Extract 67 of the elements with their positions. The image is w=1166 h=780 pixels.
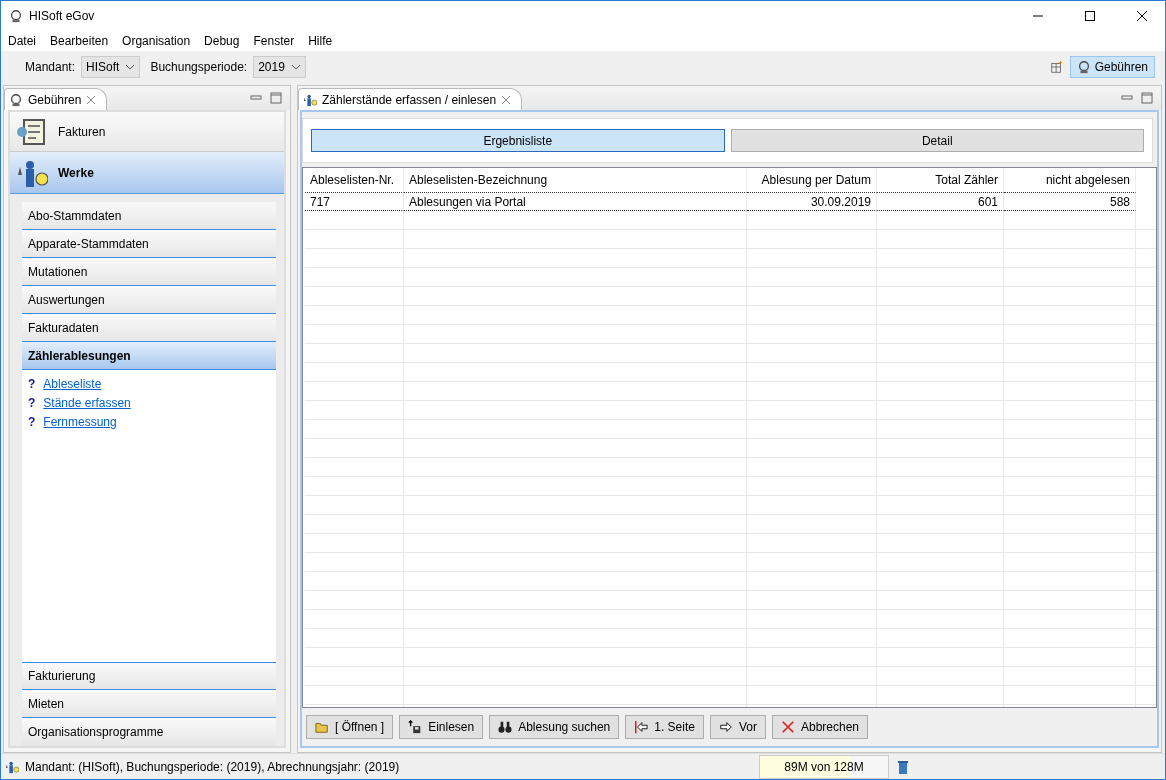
view-switch-tab[interactable]: Ergebnisliste [311, 129, 725, 152]
maximize-icon [1085, 11, 1095, 21]
people-bulb-icon [303, 92, 317, 107]
nav-link[interactable]: Stände erfassen [43, 395, 131, 410]
open-perspective-icon [1049, 60, 1064, 74]
toolbar-button[interactable]: 1. Seite [625, 715, 704, 739]
question-mark: ? [28, 376, 36, 391]
question-mark: ? [28, 414, 36, 429]
app-icon [9, 92, 23, 107]
people-bulb-icon [5, 759, 19, 774]
toolbar-button[interactable]: Abbrechen [772, 715, 869, 739]
window-title: HISoft eGov [29, 9, 96, 23]
app-icon [1076, 60, 1091, 74]
nav-group[interactable]: Zählerablesungen [22, 342, 276, 370]
question-mark: ? [28, 395, 36, 410]
toolbar-button[interactable]: Vor [709, 715, 766, 739]
nav-group[interactable]: Apparate-Stammdaten [22, 230, 276, 258]
menu-item[interactable]: Organisation [122, 34, 191, 48]
disk-arrow-icon [408, 720, 423, 734]
status-text: Mandant: (HISoft), Buchungsperiode: (2019), Abrechnungsjahr: (2019) [25, 759, 401, 774]
app-icon [9, 9, 23, 23]
mandant-label: Mandant: [25, 60, 76, 74]
column-header[interactable]: nicht abgelesen [1004, 168, 1136, 192]
nav-link[interactable]: Ableseliste [43, 376, 102, 391]
nav-group[interactable]: Fakturadaten [22, 314, 276, 342]
nav-group[interactable]: Abo-Stammdaten [22, 202, 276, 230]
menu-item[interactable]: Debug [204, 34, 240, 48]
folder-icon [315, 720, 329, 734]
chevron-down-icon [290, 64, 301, 70]
memory-text: 89M von 128M [784, 759, 864, 774]
maximize-icon[interactable] [270, 92, 282, 104]
column-header[interactable]: Ableselisten-Bezeichnung [404, 168, 747, 192]
chevron-down-icon [125, 64, 136, 70]
menu-item[interactable]: Hilfe [308, 34, 333, 48]
nav-section[interactable]: Organisationsprogramme [22, 718, 276, 746]
nav-link[interactable]: Fernmessung [43, 414, 117, 429]
period-label: Buchungsperiode: [150, 60, 248, 74]
toolbar-button[interactable]: Ablesung suchen [489, 715, 620, 739]
toolbar-button[interactable]: Einlesen [399, 715, 484, 739]
nav-group[interactable]: Mutationen [22, 258, 276, 286]
trash-icon [895, 758, 911, 775]
cross-icon [781, 720, 795, 734]
nav-section[interactable]: Fakturen [10, 112, 284, 152]
editor-tab[interactable]: Zählerstände erfassen / einlesen [298, 88, 523, 110]
first-page-icon [634, 720, 649, 734]
menu-item[interactable]: Datei [8, 34, 36, 48]
view-switch-tab[interactable]: Detail [730, 129, 1144, 152]
menu-item[interactable]: Fenster [253, 34, 295, 48]
column-header[interactable]: Ableselisten-Nr. [305, 168, 404, 192]
close-icon[interactable] [86, 94, 97, 105]
nav-group[interactable]: Auswertungen [22, 286, 276, 314]
period-dropdown[interactable]: 2019 [253, 56, 306, 78]
binoculars-icon [498, 720, 513, 734]
column-header[interactable]: Ablesung per Datum [747, 168, 877, 192]
nav-section[interactable]: Mieten [22, 690, 276, 718]
mandant-dropdown[interactable]: HISoft [81, 56, 141, 78]
maximize-icon[interactable] [1141, 92, 1153, 104]
nav-section[interactable]: Fakturierung [22, 662, 276, 690]
arrow-right-icon [718, 720, 733, 734]
perspective-button[interactable]: Gebühren [1069, 56, 1155, 78]
close-icon [1137, 11, 1147, 21]
close-icon[interactable] [501, 94, 512, 105]
menu-item[interactable]: Bearbeiten [50, 34, 109, 48]
view-tab[interactable]: Gebühren [4, 88, 108, 110]
column-header[interactable]: Total Zähler [877, 168, 1004, 192]
toolbar-button[interactable]: [ Öffnen ] [306, 715, 394, 739]
nav-section[interactable]: Werke [10, 152, 284, 194]
